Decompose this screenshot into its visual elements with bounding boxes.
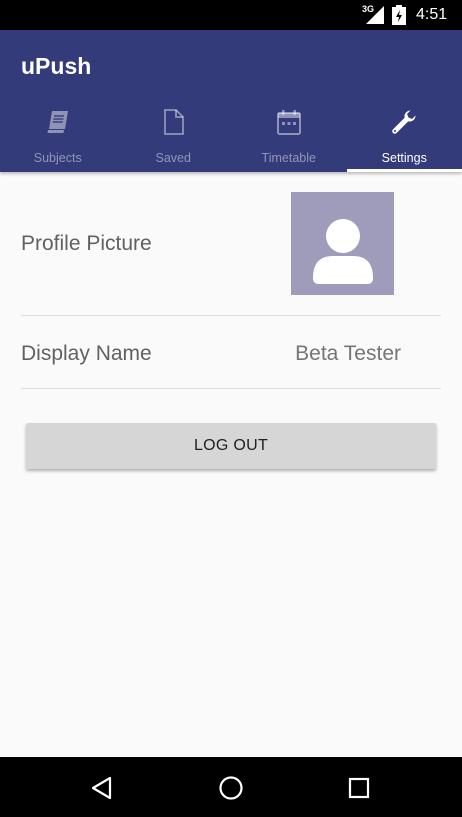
signal-icon — [366, 6, 384, 24]
app-bar: uPush Subjects Saved Timetable Settings — [0, 30, 462, 172]
tab-subjects[interactable]: Subjects — [0, 100, 116, 172]
avatar[interactable] — [291, 192, 394, 295]
display-name-row[interactable]: Display Name Beta Tester — [21, 316, 441, 389]
battery-icon — [392, 5, 406, 25]
person-icon — [313, 219, 373, 284]
wrench-icon — [392, 110, 416, 134]
status-bar: 3G 4:51 — [0, 0, 462, 30]
tab-saved[interactable]: Saved — [116, 100, 232, 172]
tab-settings[interactable]: Settings — [347, 100, 462, 172]
tab-timetable[interactable]: Timetable — [231, 100, 347, 172]
recents-icon[interactable] — [345, 774, 373, 802]
home-icon[interactable] — [217, 774, 245, 802]
display-name-label: Display Name — [21, 342, 152, 365]
app-title: uPush — [21, 53, 92, 79]
tab-label: Subjects — [33, 151, 82, 165]
profile-picture-label: Profile Picture — [21, 232, 152, 255]
tab-label: Timetable — [261, 151, 316, 165]
clock: 4:51 — [416, 6, 448, 23]
back-icon[interactable] — [88, 774, 116, 802]
book-icon — [47, 111, 68, 133]
settings-content: Profile Picture Display Name Beta Tester… — [0, 172, 462, 757]
profile-picture-row: Profile Picture — [21, 172, 441, 316]
display-name-value: Beta Tester — [295, 342, 401, 365]
tab-label: Saved — [155, 151, 191, 165]
tab-bar: Subjects Saved Timetable Settings — [0, 100, 462, 172]
document-icon — [164, 109, 185, 135]
calendar-icon — [276, 110, 301, 135]
logout-button[interactable]: LOG OUT — [26, 423, 436, 469]
navigation-bar — [0, 757, 462, 817]
tab-label: Settings — [381, 151, 427, 165]
